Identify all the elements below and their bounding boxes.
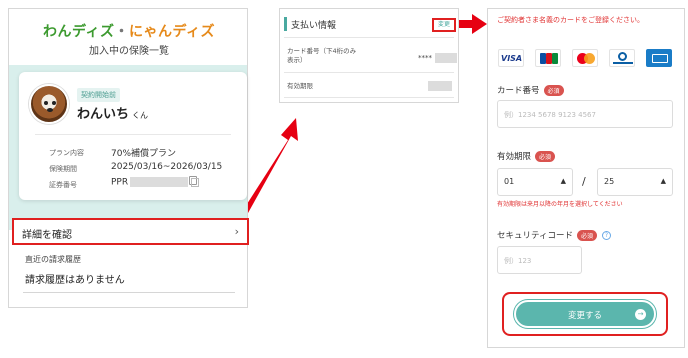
mastercard-icon [572, 49, 598, 67]
card-registration-panel: ご契約者さま名義のカードをご登録ください。 VISA カード番号 必須 例）123… [487, 8, 685, 348]
copy-icon[interactable] [189, 176, 199, 187]
caret-up-icon: ▲ [660, 177, 666, 185]
card-number-label: カード番号 必須 [497, 84, 564, 96]
caret-up-icon: ▲ [560, 177, 566, 185]
policy-number-label: 証券番号 [49, 181, 77, 189]
brand-logo: わんディズ・にゃんディズ [42, 24, 216, 40]
policy-number-value: PPR [111, 177, 189, 188]
card-number-redaction [435, 53, 457, 63]
insurance-list-panel: わんディズ・にゃんディズ 加入中の保険一覧 契約開始前 わんいち くん プラン内容… [8, 8, 249, 308]
billing-history-heading: 直近の請求履歴 [25, 255, 81, 264]
pet-name: わんいち くん [77, 107, 149, 122]
arrow-right-icon: → [635, 309, 646, 320]
section-marker [284, 17, 287, 31]
plan-value: 70%補償プラン [111, 149, 177, 159]
page-title: 加入中の保険一覧 [89, 46, 169, 57]
divider [284, 72, 454, 73]
card-number-label: カード番号（下4桁のみ 表示） [287, 47, 357, 64]
question-icon[interactable]: ? [602, 231, 612, 240]
masked-value [130, 177, 189, 187]
view-details-label: 詳細を確認 [22, 230, 72, 241]
divider [284, 97, 454, 98]
security-code-input[interactable]: 例）123 [497, 246, 582, 274]
plan-label: プラン内容 [49, 149, 84, 157]
period-value: 2025/03/16~2026/03/15 [111, 162, 223, 172]
expiry-hint: 有効期限は来月以降の年月を選択してください [497, 201, 623, 208]
card-number-input[interactable]: 例）1234 5678 9123 4567 [497, 100, 673, 128]
arrow-to-card-form [459, 14, 487, 34]
required-badge: 必須 [577, 230, 598, 241]
billing-history-empty: 請求履歴はありません [25, 275, 125, 286]
chevron-right-icon: › [234, 225, 239, 238]
expiry-year-select[interactable]: 25 ▲ [597, 168, 673, 196]
expiry-month-select[interactable]: 01 ▲ [497, 168, 573, 196]
security-code-label: セキュリティコード 必須? [497, 229, 612, 241]
payment-info-panel: 支払い情報 変更 カード番号（下4桁のみ 表示） **** 有効期限 [279, 8, 459, 103]
view-details-button[interactable]: 詳細を確認 › [12, 218, 249, 245]
pet-avatar [29, 84, 69, 124]
submit-button[interactable]: 変更する → [514, 300, 656, 328]
expiry-redaction [428, 81, 452, 91]
jcb-icon [535, 49, 561, 67]
status-badge: 契約開始前 [77, 88, 120, 102]
divider [284, 37, 454, 38]
visa-icon: VISA [498, 49, 524, 67]
notice-text: ご契約者さま名義のカードをご登録ください。 [497, 16, 644, 24]
policy-card: 契約開始前 わんいち くん プラン内容 70%補償プラン 保険期間 2025/03… [19, 72, 247, 200]
submit-highlight: 変更する → [502, 292, 668, 336]
payment-info-title: 支払い情報 [291, 21, 337, 31]
expiry-label: 有効期限 必須 [497, 150, 556, 162]
change-button[interactable]: 変更 [432, 18, 456, 32]
expiry-label: 有効期限 [287, 82, 313, 90]
expiry-separator: / [582, 175, 586, 188]
required-badge: 必須 [535, 151, 556, 162]
card-brands: VISA [497, 49, 681, 71]
period-label: 保険期間 [49, 165, 77, 173]
amex-icon [646, 49, 672, 67]
required-badge: 必須 [543, 85, 564, 96]
card-number-masked: **** [418, 54, 432, 62]
divider [35, 134, 231, 135]
divider [23, 292, 235, 293]
diners-club-icon [609, 49, 635, 67]
